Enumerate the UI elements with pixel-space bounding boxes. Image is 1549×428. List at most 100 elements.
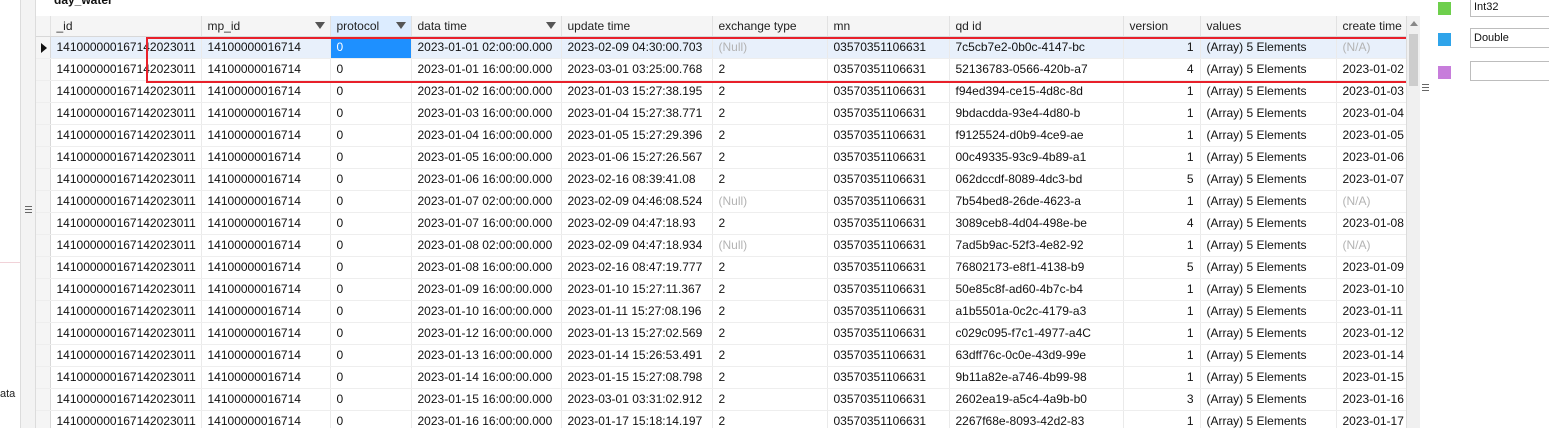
table-row[interactable]: 141000000167142023011 14100000016714 0 2023…: [36, 256, 1406, 279]
table-cell[interactable]: 2: [712, 80, 828, 103]
table-cell[interactable]: 141000000167142023011: [50, 190, 202, 213]
row-indicator[interactable]: [36, 410, 51, 428]
table-cell[interactable]: 14100000016714: [201, 146, 331, 169]
table-cell[interactable]: (Array) 5 Elements: [1200, 80, 1337, 103]
table-cell[interactable]: 0: [330, 388, 412, 411]
row-indicator[interactable]: [36, 124, 51, 147]
row-indicator[interactable]: [36, 102, 51, 125]
table-cell[interactable]: 14100000016714: [201, 234, 331, 257]
table-cell[interactable]: 2023-01-06 1: [1336, 146, 1406, 169]
table-cell[interactable]: 14100000016714: [201, 410, 331, 428]
table-cell[interactable]: 0: [330, 102, 412, 125]
left-splitter[interactable]: [20, 0, 36, 428]
table-cell[interactable]: 2023-01-17 15:18:14.197: [561, 410, 713, 428]
table-cell[interactable]: 2023-01-03 1: [1336, 80, 1406, 103]
table-cell[interactable]: 03570351106631: [827, 102, 950, 125]
table-cell[interactable]: 2023-01-06 15:27:26.567: [561, 146, 713, 169]
type-name-field[interactable]: Double: [1470, 28, 1549, 48]
table-cell[interactable]: 2023-01-01 02:00:00.000: [411, 36, 562, 59]
table-cell[interactable]: 1: [1123, 366, 1201, 389]
table-cell[interactable]: 2023-02-16 08:39:41.08: [561, 168, 713, 191]
table-cell[interactable]: (Null): [712, 234, 828, 257]
table-cell[interactable]: 76802173-e8f1-4138-b9: [949, 256, 1124, 279]
table-cell[interactable]: 2023-01-03 15:27:38.195: [561, 80, 713, 103]
table-cell[interactable]: 3089ceb8-4d04-498e-be: [949, 212, 1124, 235]
filter-icon[interactable]: [395, 22, 406, 29]
row-indicator[interactable]: [36, 36, 51, 59]
table-cell[interactable]: 9bdacdda-93e4-4d80-b: [949, 102, 1124, 125]
column-header[interactable]: _id: [50, 16, 202, 37]
table-cell[interactable]: 1: [1123, 124, 1201, 147]
type-name-field[interactable]: Int32: [1470, 0, 1549, 17]
column-header[interactable]: update time: [561, 16, 713, 37]
table-cell[interactable]: 14100000016714: [201, 190, 331, 213]
table-cell[interactable]: 2602ea19-a5c4-4a9b-b0: [949, 388, 1124, 411]
table-cell[interactable]: 2023-01-16 1: [1336, 388, 1406, 411]
table-cell[interactable]: 14100000016714: [201, 388, 331, 411]
table-cell[interactable]: 14100000016714: [201, 300, 331, 323]
table-cell[interactable]: 2023-03-01 03:25:00.768: [561, 58, 713, 81]
table-cell[interactable]: c029c095-f7c1-4977-a4C: [949, 322, 1124, 345]
table-cell[interactable]: 03570351106631: [827, 168, 950, 191]
table-cell[interactable]: 14100000016714: [201, 256, 331, 279]
table-cell[interactable]: 2023-01-15 16:00:00.000: [411, 388, 562, 411]
table-cell[interactable]: 2: [712, 344, 828, 367]
table-row[interactable]: 141000000167142023011 14100000016714 0 2023…: [36, 278, 1406, 301]
table-cell[interactable]: 2023-01-01 16:00:00.000: [411, 58, 562, 81]
table-cell[interactable]: 2: [712, 410, 828, 428]
table-cell[interactable]: (Array) 5 Elements: [1200, 124, 1337, 147]
row-indicator[interactable]: [36, 146, 51, 169]
row-indicator[interactable]: [36, 190, 51, 213]
table-cell[interactable]: 03570351106631: [827, 80, 950, 103]
table-row[interactable]: 141000000167142023011 14100000016714 0 2023…: [36, 322, 1406, 345]
table-cell[interactable]: 14100000016714: [201, 168, 331, 191]
table-cell[interactable]: (N/A): [1336, 234, 1406, 257]
table-cell[interactable]: 141000000167142023011: [50, 256, 202, 279]
table-cell[interactable]: (Array) 5 Elements: [1200, 388, 1337, 411]
row-indicator[interactable]: [36, 168, 51, 191]
row-indicator[interactable]: [36, 80, 51, 103]
table-cell[interactable]: 2023-01-17 1: [1336, 410, 1406, 428]
column-header[interactable]: create time: [1336, 16, 1406, 37]
table-cell[interactable]: 0: [330, 234, 412, 257]
table-cell[interactable]: 2023-01-13 16:00:00.000: [411, 344, 562, 367]
vertical-scrollbar[interactable]: [1406, 16, 1420, 428]
table-cell[interactable]: 2: [712, 58, 828, 81]
table-cell[interactable]: 2023-01-04 16:00:00.000: [411, 124, 562, 147]
column-header[interactable]: data time: [411, 16, 562, 37]
table-cell[interactable]: (Array) 5 Elements: [1200, 278, 1337, 301]
table-cell[interactable]: (Array) 5 Elements: [1200, 168, 1337, 191]
row-indicator[interactable]: [36, 388, 51, 411]
table-cell[interactable]: 0: [330, 212, 412, 235]
table-cell[interactable]: 0: [330, 366, 412, 389]
table-cell[interactable]: 0: [330, 80, 412, 103]
table-cell[interactable]: 2023-01-07 02:00:00.000: [411, 190, 562, 213]
table-cell[interactable]: 2023-01-15 15:27:08.798: [561, 366, 713, 389]
table-cell[interactable]: 2023-01-09 16:00:00.000: [411, 278, 562, 301]
table-cell[interactable]: 141000000167142023011: [50, 278, 202, 301]
table-cell[interactable]: f9125524-d0b9-4ce9-ae: [949, 124, 1124, 147]
table-cell[interactable]: 50e85c8f-ad60-4b7c-b4: [949, 278, 1124, 301]
table-cell[interactable]: 2023-01-11 15:27:08.196: [561, 300, 713, 323]
table-cell[interactable]: 2: [712, 212, 828, 235]
table-cell[interactable]: 141000000167142023011: [50, 58, 202, 81]
table-cell[interactable]: 2023-01-03 16:00:00.000: [411, 102, 562, 125]
table-cell[interactable]: 7c5cb7e2-0b0c-4147-bc: [949, 36, 1124, 59]
filter-icon[interactable]: [545, 22, 556, 29]
table-cell[interactable]: 141000000167142023011: [50, 322, 202, 345]
table-cell[interactable]: 14100000016714: [201, 212, 331, 235]
table-cell[interactable]: 141000000167142023011: [50, 234, 202, 257]
table-cell[interactable]: 2023-01-05 1: [1336, 124, 1406, 147]
table-cell[interactable]: 2: [712, 300, 828, 323]
table-cell[interactable]: 1: [1123, 344, 1201, 367]
table-cell[interactable]: 2023-01-13 15:27:02.569: [561, 322, 713, 345]
table-cell[interactable]: 14100000016714: [201, 344, 331, 367]
table-row[interactable]: 141000000167142023011 14100000016714 0 2023…: [36, 124, 1406, 147]
table-cell[interactable]: (Array) 5 Elements: [1200, 344, 1337, 367]
row-indicator[interactable]: [36, 344, 51, 367]
table-cell[interactable]: (Null): [712, 190, 828, 213]
table-cell[interactable]: (Array) 5 Elements: [1200, 190, 1337, 213]
table-cell[interactable]: 2023-01-14 1: [1336, 344, 1406, 367]
column-header[interactable]: mp_id: [201, 16, 331, 37]
table-cell[interactable]: 2: [712, 322, 828, 345]
